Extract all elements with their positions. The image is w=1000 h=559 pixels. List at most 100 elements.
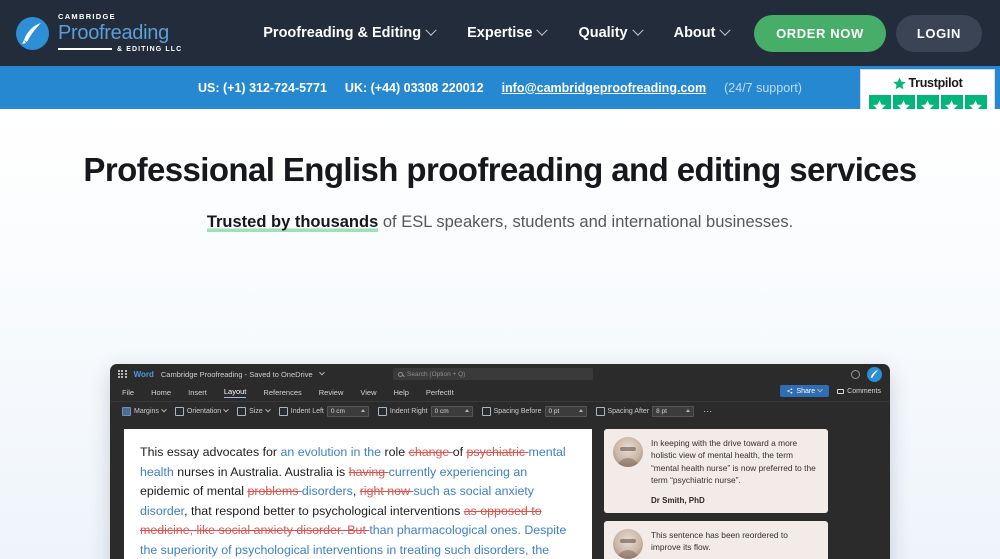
spacing-before-icon <box>481 406 491 416</box>
hero-subtitle-rest: of ESL speakers, students and internatio… <box>378 213 794 231</box>
document-paragraph: This essay advocates for an evolution in… <box>140 443 576 559</box>
order-now-button[interactable]: ORDER NOW <box>754 14 886 52</box>
doc-run-insert: disorders <box>301 484 353 499</box>
doc-run-delete: psychiatric <box>466 445 529 459</box>
logo-divider-rule <box>58 48 112 51</box>
margins-control[interactable]: Margins <box>122 406 167 416</box>
comment-text: In keeping with the drive toward a more … <box>651 438 816 486</box>
nav-label: Proofreading & Editing <box>263 25 422 41</box>
orientation-control[interactable]: Orientation <box>174 406 229 416</box>
doc-run-normal: role <box>384 445 409 459</box>
spacing-after-icon <box>595 406 605 416</box>
search-icon <box>398 371 403 377</box>
indent-right-input[interactable]: 0 cm <box>430 405 473 417</box>
chevron-down-icon <box>817 386 823 393</box>
indent-left-control: Indent Left 0 cm <box>278 405 369 417</box>
word-app-mockup: Word Cambridge Proofreading - Saved to O… <box>110 364 890 559</box>
size-label: Size <box>249 407 263 415</box>
nav-label: Quality <box>578 25 628 41</box>
word-search-box[interactable]: Search (Option + Q) <box>393 368 593 380</box>
margins-icon <box>122 406 131 416</box>
comments-button[interactable]: Comments <box>837 388 881 395</box>
support-hours-label: (24/7 support) <box>724 80 802 95</box>
nav-action-buttons: ORDER NOW LOGIN <box>754 14 982 52</box>
hero-subtitle: Trusted by thousands of ESL speakers, st… <box>0 213 1000 232</box>
doc-run-normal: nurses in Australia. Australia is <box>177 464 349 479</box>
comment-text: This sentence has been reordered to impr… <box>651 529 788 553</box>
user-avatar[interactable] <box>867 367 882 382</box>
word-ribbon-tabs: File Home Insert Layout References Revie… <box>110 384 890 401</box>
uk-phone-number[interactable]: UK: (+44) 03308 220012 <box>345 81 484 95</box>
doc-run-normal: of <box>452 445 467 459</box>
top-navigation-bar: CAMBRIDGE Proofreading & EDITING LLC Pro… <box>0 0 1000 66</box>
ribbon-tab-layout[interactable]: Layout <box>223 387 247 398</box>
login-button[interactable]: LOGIN <box>895 14 982 52</box>
site-logo[interactable]: CAMBRIDGE Proofreading & EDITING LLC <box>16 13 182 53</box>
nav-item-proofreading-editing[interactable]: Proofreading & Editing <box>263 24 437 41</box>
nav-item-about[interactable]: About <box>673 24 732 41</box>
spacing-before-control: Spacing Before 0 pt <box>481 405 587 417</box>
chevron-down-icon <box>719 24 732 36</box>
search-placeholder: Search (Option + Q) <box>407 370 466 378</box>
contact-email-link[interactable]: info@cambridgeproofreading.com <box>502 81 707 95</box>
logo-proofreading-text: Proofreading <box>58 21 169 44</box>
orientation-icon <box>174 406 184 416</box>
document-name-label[interactable]: Cambridge Proofreading - Saved to OneDri… <box>161 370 313 379</box>
doc-run-delete: having <box>348 464 389 479</box>
layout-ribbon-toolbar: Margins Orientation Size Indent Left 0 c… <box>110 401 890 420</box>
trustpilot-star-icon <box>892 77 906 89</box>
share-label: Share <box>796 387 816 395</box>
hero-subtitle-highlight: Trusted by thousands <box>206 213 379 232</box>
nav-item-expertise[interactable]: Expertise <box>467 24 549 41</box>
comment-bubble-icon <box>837 388 845 394</box>
nav-item-quality[interactable]: Quality <box>578 24 644 41</box>
ribbon-tab-help[interactable]: Help <box>393 388 408 397</box>
indent-right-control: Indent Right 0 cm <box>377 405 473 417</box>
ribbon-tab-view[interactable]: View <box>360 388 376 397</box>
ribbon-tab-review[interactable]: Review <box>319 388 344 397</box>
spacing-after-input[interactable]: 8 pt <box>652 405 695 417</box>
app-launcher-icon[interactable] <box>118 369 127 379</box>
page-title: Professional English proofreading and ed… <box>83 151 917 188</box>
comment-author: Dr Smith, PhD <box>651 495 705 505</box>
word-app-label: Word <box>133 369 154 379</box>
doc-run-normal: This essay advocates for <box>140 445 281 459</box>
page-size-icon <box>237 406 247 416</box>
chevron-down-icon <box>161 406 167 413</box>
chevron-down-icon <box>223 406 229 413</box>
ribbon-tab-perfectit[interactable]: PerfectIt <box>426 388 454 397</box>
us-phone-number[interactable]: US: (+1) 312-724-5771 <box>198 81 327 95</box>
chevron-down-icon <box>536 24 549 36</box>
indent-right-label: Indent Right <box>389 407 428 415</box>
ribbon-tab-insert[interactable]: Insert <box>188 388 207 397</box>
indent-left-input[interactable]: 0 cm <box>326 405 369 417</box>
hero-section: Professional English proofreading and ed… <box>0 109 1000 559</box>
ribbon-tab-home[interactable]: Home <box>151 388 171 397</box>
chevron-down-icon[interactable] <box>318 369 325 376</box>
commenter-avatar <box>613 437 643 467</box>
logo-llc-text: & EDITING LLC <box>117 45 183 53</box>
spacing-before-label: Spacing Before <box>493 407 542 415</box>
gear-icon[interactable] <box>851 370 860 379</box>
toolbar-overflow-button[interactable]: ⋯ <box>703 406 713 417</box>
comments-panel: In keeping with the drive toward a more … <box>604 429 828 559</box>
trustpilot-brand-name: Trustpilot <box>908 76 963 90</box>
doc-run-delete: problems <box>247 484 302 499</box>
nav-label: About <box>673 25 716 41</box>
ribbon-tab-file[interactable]: File <box>122 388 134 397</box>
ribbon-tab-references[interactable]: References <box>263 388 301 397</box>
comment-card[interactable]: In keeping with the drive toward a more … <box>604 429 828 513</box>
margins-label: Margins <box>134 407 159 415</box>
comment-card[interactable]: This sentence has been reordered to impr… <box>604 520 828 559</box>
doc-run-delete: change <box>408 445 453 459</box>
size-control[interactable]: Size <box>237 406 271 416</box>
word-document-area: This essay advocates for an evolution in… <box>110 420 890 559</box>
quill-feather-icon <box>16 16 49 50</box>
share-button[interactable]: Share <box>780 385 830 397</box>
chevron-down-icon <box>631 24 644 36</box>
spacing-before-input[interactable]: 0 pt <box>544 405 587 417</box>
doc-run-insert: an evolution in the <box>280 445 385 459</box>
logo-cambridge-text: CAMBRIDGE <box>58 12 116 22</box>
share-icon <box>787 388 793 394</box>
chevron-down-icon <box>425 24 437 36</box>
